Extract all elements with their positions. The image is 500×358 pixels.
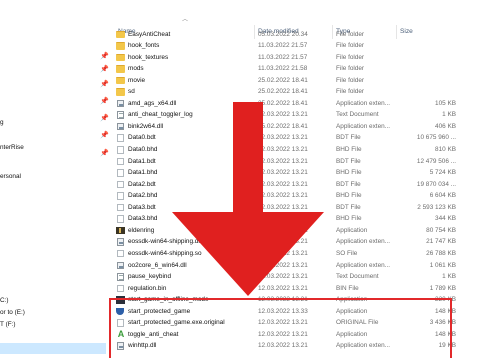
highlight-box [109, 298, 452, 358]
down-arrow-shape [172, 102, 324, 296]
